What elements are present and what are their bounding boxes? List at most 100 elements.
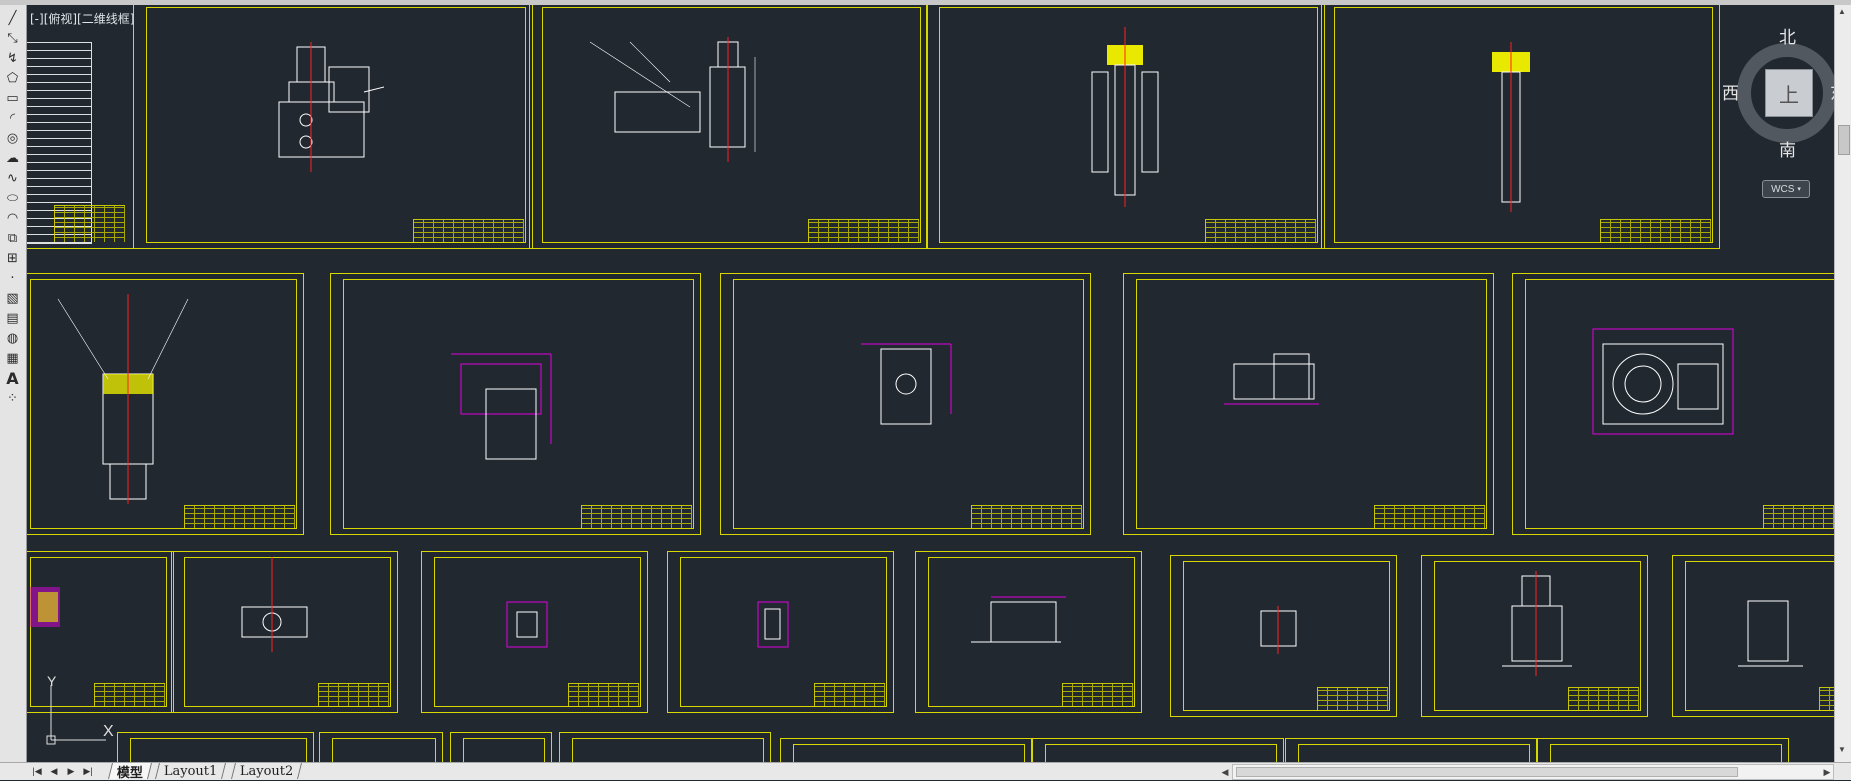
drawing-sheet: [117, 732, 314, 762]
drawing-sheet: [529, 5, 928, 249]
shaft-assembly-drawing: [1091, 27, 1159, 207]
last-tab-icon[interactable]: ▶|: [81, 765, 95, 778]
scroll-down-icon[interactable]: ▼: [1838, 745, 1846, 754]
ucs-x-label: X: [103, 723, 114, 740]
drawing-sheet: [1285, 738, 1537, 762]
polygon-tool-icon[interactable]: ⬠: [3, 69, 22, 88]
make-block-tool-icon[interactable]: ⊞: [3, 249, 22, 268]
drawing-sheet: [915, 551, 1142, 713]
wcs-menu-button[interactable]: WCS ▾: [1762, 180, 1810, 198]
title-block: [808, 219, 919, 242]
title-block: [1062, 683, 1133, 706]
drawing-sheet: [926, 5, 1325, 249]
bearing-block-drawing: [861, 343, 952, 425]
motor-mount-drawing: [1502, 571, 1572, 676]
ellipse-tool-icon[interactable]: ⬭: [3, 189, 22, 208]
ellipse-arc-tool-icon[interactable]: ◠: [3, 209, 22, 228]
horizontal-scroll-thumb[interactable]: [1236, 767, 1738, 777]
construction-line-tool-icon[interactable]: ⤡: [3, 29, 22, 48]
scroll-right-icon[interactable]: ▶: [1821, 765, 1833, 779]
small-part-drawing: [757, 601, 789, 648]
drawing-sheet: [171, 551, 398, 713]
title-block: [1763, 505, 1834, 528]
rectangle-tool-icon[interactable]: ▭: [3, 89, 22, 108]
drawing-sheet: [1032, 738, 1284, 762]
title-block: [184, 505, 295, 528]
compass-north[interactable]: 北: [1779, 23, 1796, 48]
drawing-sheet: [1672, 555, 1834, 717]
drawing-sheet: [27, 5, 134, 249]
flange-housing-drawing: [1592, 328, 1734, 435]
bracket-part-drawing: [451, 353, 552, 460]
insert-block-tool-icon[interactable]: ⧉: [3, 229, 22, 248]
drawing-sheet: [319, 732, 443, 762]
drawing-sheet: [1170, 555, 1397, 717]
title-block: [1205, 219, 1316, 242]
table-tool-icon[interactable]: ▦: [3, 349, 22, 368]
multiline-text-tool-icon[interactable]: A: [3, 369, 22, 388]
region-tool-icon[interactable]: ◍: [3, 329, 22, 348]
horizontal-scrollbar[interactable]: ◀ ▶: [1222, 764, 1834, 780]
vertical-scroll-thumb[interactable]: [1838, 125, 1850, 155]
gradient-tool-icon[interactable]: ▤: [3, 309, 22, 328]
arc-tool-icon[interactable]: ◜: [3, 109, 22, 128]
scroll-left-icon[interactable]: ◀: [1219, 765, 1231, 779]
drawing-sheet: [1512, 273, 1834, 535]
viewcube-top-face[interactable]: 上: [1765, 69, 1813, 117]
title-block: [1568, 687, 1639, 710]
drawing-sheet: [1321, 5, 1720, 249]
tank-assembly-drawing: [589, 37, 756, 162]
spindle-drawing: [1492, 42, 1530, 212]
base-plate-drawing: [1224, 353, 1319, 405]
drawing-sheet: [450, 732, 552, 762]
drawing-sheet: [667, 551, 894, 713]
ucs-y-label: Y: [47, 673, 57, 689]
small-part-drawing: [506, 601, 548, 648]
revision-cloud-tool-icon[interactable]: ☁: [3, 149, 22, 168]
compass-west[interactable]: 西: [1722, 79, 1739, 104]
title-block: [568, 683, 639, 706]
viewcube[interactable]: 上 北 南 东 西: [1717, 23, 1834, 173]
title-block: [971, 505, 1082, 528]
drawing-sheet: [133, 5, 533, 249]
motor-assembly-drawing: [278, 42, 385, 172]
compass-south[interactable]: 南: [1779, 136, 1796, 161]
drawing-sheet: [1123, 273, 1494, 535]
title-block: [1600, 219, 1711, 242]
title-block: [413, 219, 524, 242]
title-block: [814, 683, 885, 706]
title-block: [1374, 505, 1485, 528]
title-block: [581, 505, 692, 528]
drawing-viewport[interactable]: [-][俯视][二维线框] Y X 上 北 南 东 西 WCS▾: [27, 5, 1834, 762]
circle-tool-icon[interactable]: ◎: [3, 129, 22, 148]
previous-tab-icon[interactable]: ◀: [47, 765, 61, 778]
spline-tool-icon[interactable]: ∿: [3, 169, 22, 188]
draw-toolbar: ╱ ⤡ ↯ ⬠ ▭ ◜ ◎ ☁ ∿ ⬭ ◠ ⧉ ⊞ · ▧ ▤ ◍ ▦ A ⁘: [0, 5, 27, 762]
drawing-sheet: [330, 273, 701, 535]
tab-layout2[interactable]: Layout2: [231, 763, 303, 779]
tab-layout1[interactable]: Layout1: [155, 763, 227, 779]
title-block: [318, 683, 389, 706]
drawing-sheet: [421, 551, 648, 713]
wcs-label: WCS: [1771, 183, 1795, 195]
drawing-sheet: [780, 738, 1032, 762]
tab-model[interactable]: 模型: [108, 763, 153, 781]
point-tool-icon[interactable]: ·: [3, 269, 22, 288]
drawing-sheet: [720, 273, 1091, 535]
add-selected-tool-icon[interactable]: ⁘: [3, 389, 22, 408]
detail-drawing: [30, 587, 60, 627]
next-tab-icon[interactable]: ▶: [64, 765, 78, 778]
line-tool-icon[interactable]: ╱: [3, 9, 22, 28]
first-tab-icon[interactable]: |◀: [30, 765, 44, 778]
scroll-up-icon[interactable]: ▲: [1838, 7, 1846, 16]
drawing-sheet: [1537, 738, 1789, 762]
vertical-scrollbar[interactable]: ▲ ▼: [1834, 5, 1851, 762]
hatch-tool-icon[interactable]: ▧: [3, 289, 22, 308]
chevron-down-icon: ▾: [1797, 186, 1801, 193]
viewport-label[interactable]: [-][俯视][二维线框]: [30, 10, 134, 27]
mount-base-drawing: [971, 596, 1066, 643]
sectioned-housing-drawing: [57, 294, 189, 504]
title-block: [1317, 687, 1388, 710]
polyline-tool-icon[interactable]: ↯: [3, 49, 22, 68]
layout-tab-bar: |◀ ◀ ▶ ▶| 模型 Layout1 Layout2 ◀ ▶: [0, 762, 1851, 781]
